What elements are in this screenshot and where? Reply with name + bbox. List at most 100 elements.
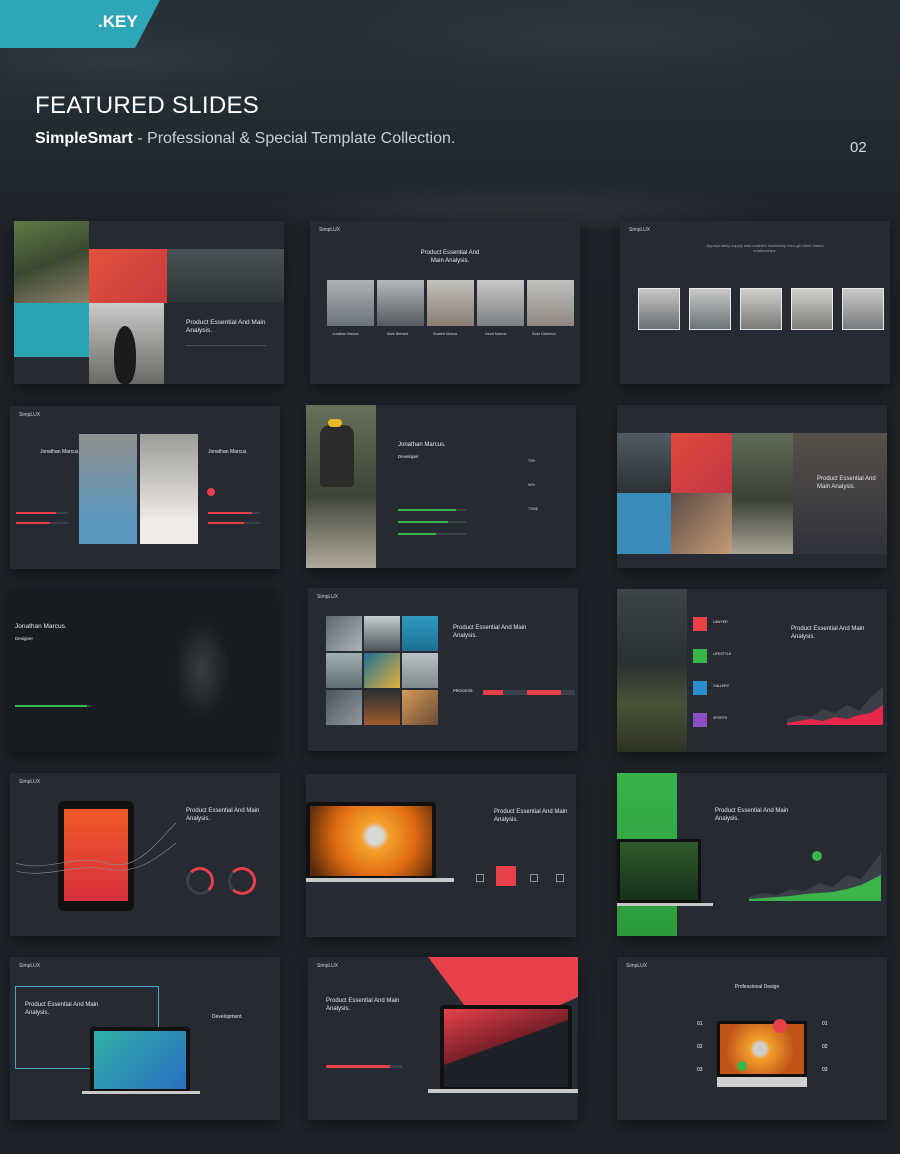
slide-thumbnail-5[interactable]: Jonathan Marcus. Developer 70% 50% 7000$ xyxy=(306,405,576,568)
team-name-2: Mark Bernard xyxy=(387,332,409,336)
gallery-photo-5 xyxy=(364,653,400,688)
portrait-figure xyxy=(114,326,136,384)
slide-brand: SimpLUX xyxy=(626,963,648,969)
tile-teal xyxy=(14,303,89,357)
slide-heading: Professional Design xyxy=(734,984,780,990)
stat-value: 7000$ xyxy=(528,507,538,511)
page-number: 02 xyxy=(850,139,867,156)
team-photo-4 xyxy=(477,280,524,326)
slide-thumbnail-2[interactable]: SimpLUX Product Essential And Main Analy… xyxy=(310,221,580,384)
gallery-photo-3 xyxy=(402,616,438,651)
slide-body-text xyxy=(186,345,266,356)
monitor-stand xyxy=(717,1077,807,1087)
slide-thumbnail-10[interactable]: SimpLUX Product Essential And Main Analy… xyxy=(10,773,280,936)
area-chart xyxy=(787,687,883,725)
progress-bar xyxy=(398,533,466,535)
subtitle-separator: - xyxy=(132,130,148,147)
slide-thumbnail-14[interactable]: SimpLUX Product Essential And Main Analy… xyxy=(308,957,578,1120)
red-progress-fill xyxy=(326,1065,390,1068)
red-circle xyxy=(773,1019,787,1033)
icon-gallery xyxy=(693,681,707,695)
laptop-base xyxy=(82,1091,200,1094)
slide-thumbnail-8[interactable]: SimpLUX Product Essential And Main Analy… xyxy=(308,588,578,751)
slide-heading: Product Essential And Main Analysis. xyxy=(715,808,789,822)
tile-blue xyxy=(617,493,671,554)
progress-bar xyxy=(16,522,68,524)
photo-woman xyxy=(671,493,732,554)
green-circle xyxy=(737,1061,747,1071)
icon-lifestyle xyxy=(693,649,707,663)
step-number: 02 xyxy=(697,1044,703,1050)
slide-brand: SimpLUX xyxy=(317,594,339,600)
profile-name-right: Jonathan Marcus xyxy=(208,449,247,455)
process-bar-red xyxy=(483,690,503,695)
gallery-photo-8 xyxy=(364,690,400,725)
slide-heading: Product Essential And Main Analysis. xyxy=(186,808,260,822)
feature-icon xyxy=(530,874,538,882)
team-photo-1 xyxy=(327,280,374,326)
slide-thumbnail-11[interactable]: Product Essential And Main Analysis. xyxy=(306,774,576,937)
laptop-base xyxy=(617,903,713,906)
team-photo-2 xyxy=(689,288,731,330)
step-number: 01 xyxy=(697,1021,703,1027)
slide-brand: SimpLUX xyxy=(319,227,341,233)
laptop-photo xyxy=(310,806,432,876)
slide-thumbnail-13[interactable]: SimpLUX Product Essential And Main Analy… xyxy=(10,957,280,1120)
progress-fill xyxy=(208,512,252,514)
slide-brand: SimpLUX xyxy=(317,963,339,969)
progress-fill xyxy=(398,521,448,523)
slide-brand: SimpLUX xyxy=(19,779,41,785)
slide-heading: Product Essential And Main Analysis. xyxy=(186,319,266,334)
slide-heading: Product Essential And Main Analysis. xyxy=(453,625,527,639)
feature-icon-active xyxy=(496,866,516,886)
progress-fill xyxy=(15,705,87,707)
team-name-5: Sean Davidson xyxy=(532,332,556,336)
slide-heading: Product Essential And Main Analysis. xyxy=(494,809,568,823)
gallery-photo-7 xyxy=(326,690,362,725)
slide-thumbnail-15[interactable]: SimpLUX Professional Design 01 02 03 01 … xyxy=(617,957,887,1120)
progress-bar xyxy=(16,512,68,514)
laptop-photo xyxy=(94,1031,186,1089)
slide-thumbnail-9[interactable]: LAWYER LIFESTYLE GALLERY SPORTS Product … xyxy=(617,589,887,752)
slide-thumbnail-7[interactable]: Jonathan Marcus. Designer xyxy=(7,589,277,752)
wave-lines xyxy=(16,822,176,874)
slide-thumbnail-3[interactable]: SimpLUX Appropriately supply web-enabled… xyxy=(620,221,890,384)
team-name-3: Scarlett Marcus xyxy=(433,332,458,336)
gallery-photo-4 xyxy=(326,653,362,688)
slide-heading: Product Essential And Main Analysis. xyxy=(420,250,480,264)
progress-fill xyxy=(16,512,56,514)
item-label: GALLERY xyxy=(713,684,730,688)
slide-heading: Product Essential And Main Analysis. xyxy=(817,476,876,490)
progress-bar xyxy=(398,521,466,523)
photo-railroad xyxy=(14,221,89,303)
key-badge: .KEY xyxy=(98,12,138,31)
team-photo-5 xyxy=(842,288,884,330)
item-label: LIFESTYLE xyxy=(713,652,732,656)
donut-chart-2 xyxy=(228,867,256,895)
step-number: 02 xyxy=(822,1044,828,1050)
profile-name: Jonathan Marcus. xyxy=(15,623,67,630)
monitor-screen xyxy=(720,1024,804,1074)
slide-thumbnail-6[interactable]: Product Essential And Main Analysis. xyxy=(617,405,887,568)
progress-bar xyxy=(208,512,260,514)
photo-hoodie xyxy=(732,433,793,554)
tile-red xyxy=(89,249,167,303)
progress-bar xyxy=(208,522,260,524)
profile-photo-man xyxy=(79,434,137,544)
page-title: FEATURED SLIDES xyxy=(35,92,260,119)
slide-thumbnail-12[interactable]: Product Essential And Main Analysis. xyxy=(617,773,887,936)
slide-heading: Product Essential And Main Analysis. xyxy=(25,1002,99,1016)
slide-brand: SimpLUX xyxy=(629,227,651,233)
slide-thumbnail-1[interactable]: Product Essential And Main Analysis. xyxy=(14,221,284,384)
hoodie-figure xyxy=(320,425,354,487)
feature-icon xyxy=(556,874,564,882)
slide-brand: SimpLUX xyxy=(19,412,41,418)
feature-icon xyxy=(476,874,484,882)
page-subtitle: SimpleSmart - Professional & Special Tem… xyxy=(35,130,455,148)
brand-name: SimpleSmart xyxy=(35,130,133,147)
slide-thumbnail-4[interactable]: SimpLUX Jonathan Marcus Jonathan Marcus xyxy=(10,406,280,569)
progress-bar xyxy=(15,705,91,707)
process-bar-red xyxy=(527,690,561,695)
team-photo-4 xyxy=(791,288,833,330)
gallery-photo-2 xyxy=(364,616,400,651)
